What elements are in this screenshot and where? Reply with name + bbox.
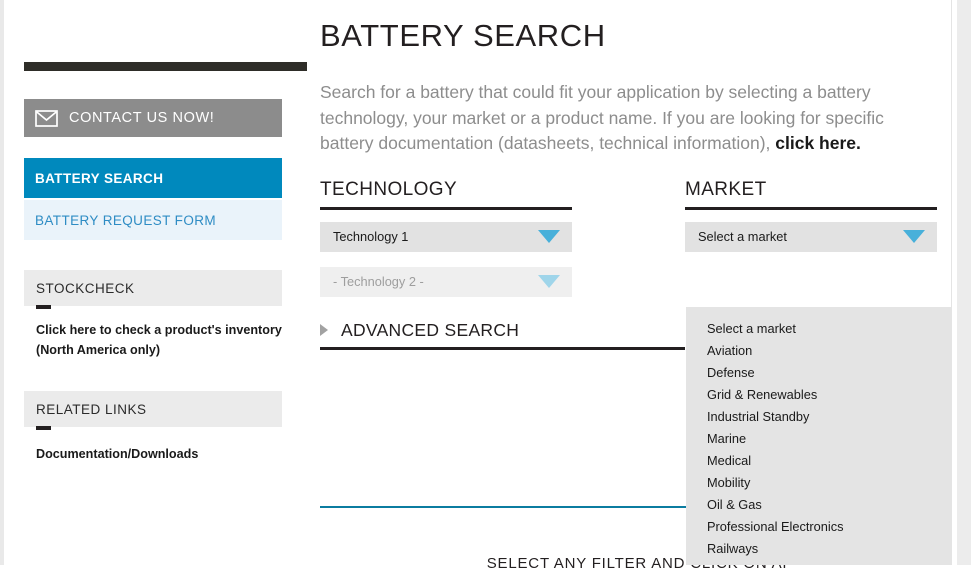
documentation-downloads-link[interactable]: Documentation/Downloads — [36, 444, 286, 464]
technology-column: TECHNOLOGY Technology 1 - Technology 2 -… — [320, 178, 685, 350]
sidebar-item-label: BATTERY REQUEST FORM — [35, 212, 217, 228]
sidebar-section-related-links-heading: RELATED LINKS — [24, 391, 282, 430]
market-column: MARKET Select a market — [685, 179, 937, 252]
market-heading-rule — [685, 206, 937, 210]
market-option[interactable]: Grid & Renewables — [686, 384, 951, 406]
market-selected-value: Select a market — [698, 229, 787, 244]
technology-1-select[interactable]: Technology 1 — [320, 221, 572, 252]
sidebar-top-divider — [24, 62, 307, 71]
sidebar-item-battery-request-form[interactable]: BATTERY REQUEST FORM — [24, 200, 282, 240]
chevron-down-icon — [538, 230, 560, 243]
chevron-down-icon — [903, 230, 925, 243]
section-divider-teal — [320, 506, 686, 508]
sidebar-item-battery-search[interactable]: BATTERY SEARCH — [24, 158, 282, 198]
advanced-search-label: ADVANCED SEARCH — [341, 319, 520, 340]
click-here-link[interactable]: click here. — [775, 133, 861, 153]
section-heading-label: STOCKCHECK — [36, 280, 135, 296]
sidebar-section-stockcheck-heading: STOCKCHECK — [24, 270, 282, 309]
contact-us-button[interactable]: CONTACT US NOW! — [24, 99, 282, 137]
page-left-rail — [0, 0, 4, 565]
market-option[interactable]: Mobility — [686, 472, 951, 494]
chevron-right-icon — [320, 324, 328, 336]
market-option[interactable]: Aviation — [686, 340, 951, 362]
page-title: BATTERY SEARCH — [320, 18, 606, 53]
market-option[interactable]: Marine — [686, 428, 951, 450]
market-dropdown-panel[interactable]: Select a market Aviation Defense Grid & Ren… — [686, 307, 951, 565]
contact-us-label: CONTACT US NOW! — [69, 110, 215, 126]
envelope-icon — [35, 109, 58, 127]
market-option-list: Select a market Aviation Defense Grid & Ren… — [686, 307, 951, 560]
market-option[interactable]: Professional Electronics — [686, 516, 951, 538]
market-option[interactable]: Defense — [686, 362, 951, 384]
market-select[interactable]: Select a market — [685, 221, 937, 252]
advanced-search-rule — [320, 346, 685, 350]
stockcheck-link[interactable]: Click here to check a product's inventor… — [36, 320, 286, 360]
main-content: BATTERY SEARCH Search for a battery that… — [320, 0, 960, 350]
market-heading: MARKET — [685, 178, 767, 200]
intro-paragraph: Search for a battery that could fit your… — [320, 80, 920, 157]
section-heading-label: RELATED LINKS — [36, 401, 147, 417]
market-option[interactable]: Industrial Standby — [686, 406, 951, 428]
chevron-down-icon — [538, 275, 560, 288]
technology-2-select[interactable]: - Technology 2 - — [320, 266, 572, 297]
sidebar-item-label: BATTERY SEARCH — [35, 170, 164, 186]
sidebar: CONTACT US NOW! BATTERY SEARCH BATTERY R… — [24, 0, 307, 464]
market-option[interactable]: Oil & Gas — [686, 494, 951, 516]
market-option[interactable]: Select a market — [686, 318, 951, 340]
technology-2-value: - Technology 2 - — [333, 274, 424, 289]
technology-heading: TECHNOLOGY — [320, 178, 458, 200]
market-option[interactable]: Medical — [686, 450, 951, 472]
technology-1-value: Technology 1 — [333, 229, 409, 244]
technology-heading-rule — [320, 206, 572, 210]
advanced-search-toggle[interactable]: ADVANCED SEARCH — [320, 320, 572, 341]
market-option[interactable]: Railways — [686, 538, 951, 560]
